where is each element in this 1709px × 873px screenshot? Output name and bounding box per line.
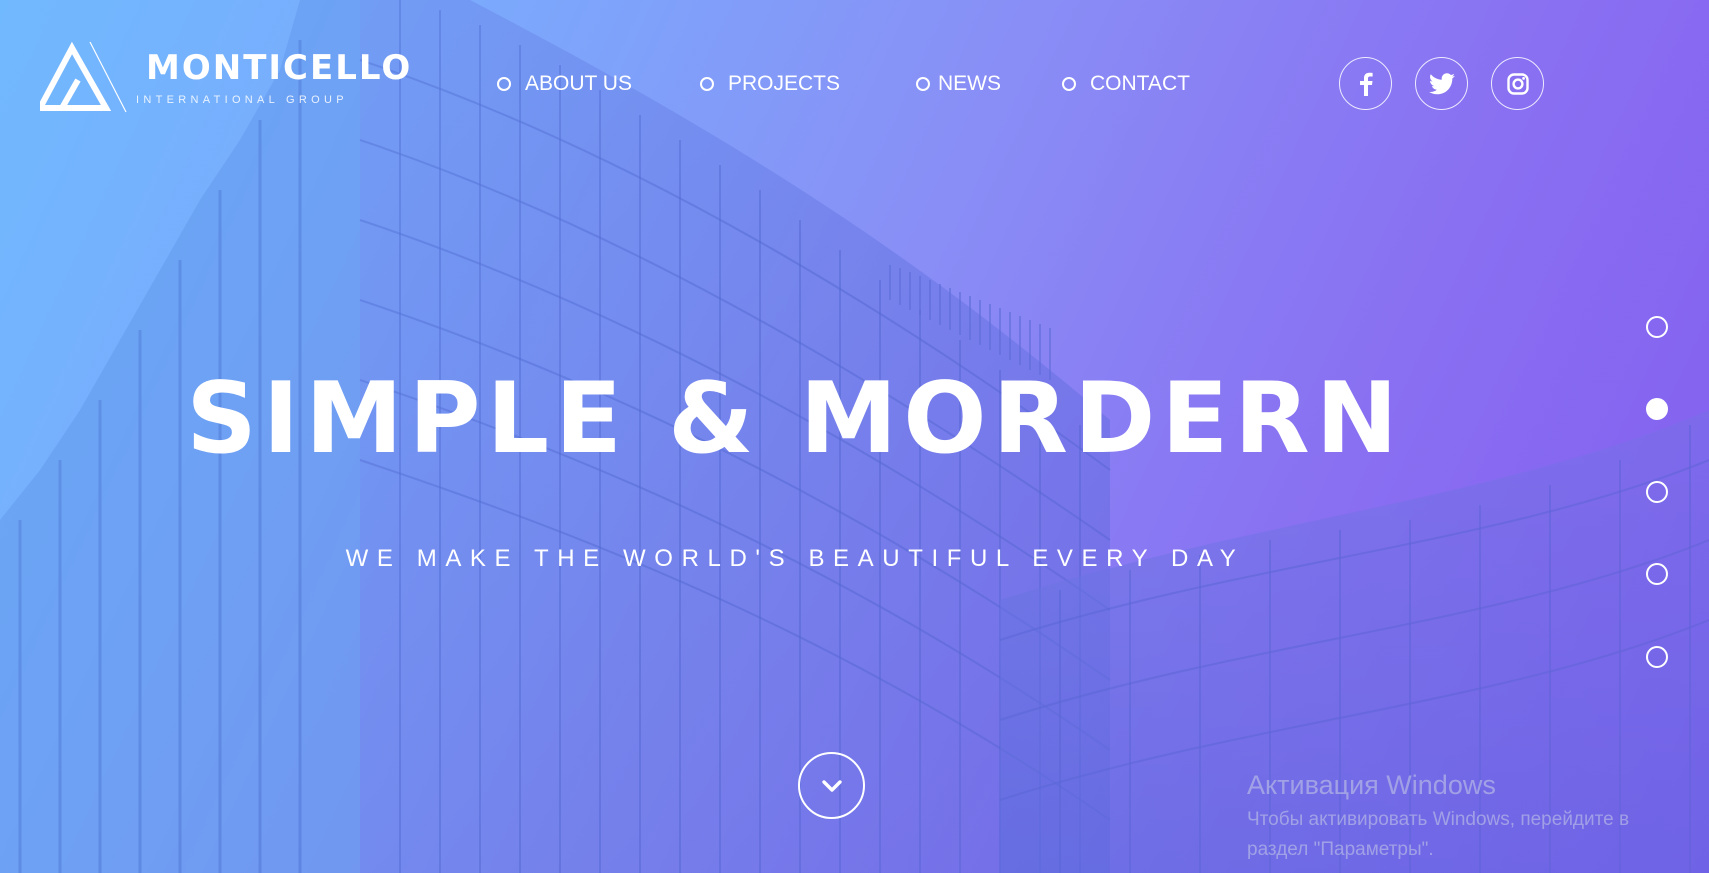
nav-item-projects[interactable]: PROJECTS xyxy=(700,72,840,96)
nav-bullet-icon xyxy=(1062,77,1076,91)
facebook-button[interactable] xyxy=(1339,57,1392,110)
nav-item-news[interactable]: NEWS xyxy=(916,72,1001,96)
hero-tagline: WE MAKE THE WORLD'S BEAUTIFUL EVERY DAY xyxy=(345,545,1245,572)
nav-item-label: CONTACT xyxy=(1090,72,1190,95)
nav-bullet-icon xyxy=(700,77,714,91)
nav-item-label: ABOUT US xyxy=(525,72,632,95)
instagram-icon xyxy=(1506,72,1529,95)
instagram-button[interactable] xyxy=(1491,57,1544,110)
pager-dot-1[interactable] xyxy=(1646,316,1668,338)
nav-item-about-us[interactable]: ABOUT US xyxy=(497,72,632,96)
watermark-line-2: раздел "Параметры". xyxy=(1247,839,1434,860)
chevron-down-icon xyxy=(821,779,842,792)
hero-headline: SIMPLE & MORDERN xyxy=(186,362,1404,476)
pager-dot-4[interactable] xyxy=(1646,563,1668,585)
pager-dot-5[interactable] xyxy=(1646,646,1668,668)
watermark-title: Активация Windows xyxy=(1247,770,1496,800)
twitter-icon xyxy=(1428,72,1455,94)
scroll-down-button[interactable] xyxy=(798,752,865,819)
watermark-line-1: Чтобы активировать Windows, перейдите в xyxy=(1247,809,1630,830)
nav-bullet-icon xyxy=(497,77,511,91)
nav-item-contact[interactable]: CONTACT xyxy=(1062,72,1190,96)
twitter-button[interactable] xyxy=(1415,57,1468,110)
facebook-icon xyxy=(1359,72,1373,96)
pager-dot-2-active[interactable] xyxy=(1646,398,1668,420)
pager-dot-3[interactable] xyxy=(1646,481,1668,503)
nav-item-label: NEWS xyxy=(938,72,1001,95)
windows-activation-watermark: Активация Windows Чтобы активировать Win… xyxy=(1247,770,1629,865)
nav-bullet-icon xyxy=(916,77,930,91)
nav-item-label: PROJECTS xyxy=(728,72,841,95)
